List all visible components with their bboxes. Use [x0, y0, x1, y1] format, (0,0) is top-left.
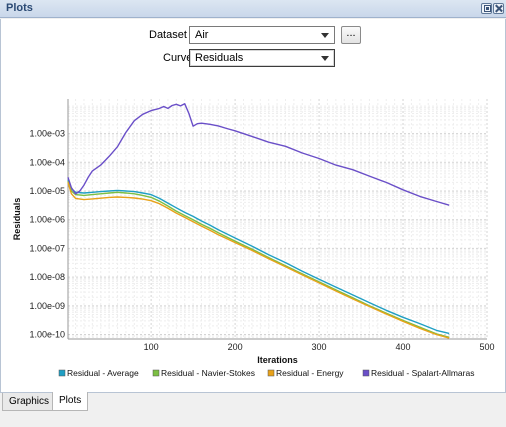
- tab-graphics[interactable]: Graphics: [2, 393, 57, 411]
- window-title: Plots: [6, 2, 33, 14]
- curve-value: Residuals: [195, 52, 244, 64]
- x-tick-label: 500: [479, 342, 494, 352]
- bottom-tab-bar: Graphics Plots: [0, 392, 506, 414]
- x-tick-label: 100: [144, 342, 159, 352]
- legend-item-label: Residual - Spalart-Allmaras: [371, 368, 474, 378]
- curve-dropdown[interactable]: Residuals: [189, 49, 335, 67]
- legend-item-label: Residual - Energy: [276, 368, 344, 378]
- close-icon[interactable]: [493, 3, 504, 14]
- legend-swatch: [267, 369, 275, 377]
- tab-plots[interactable]: Plots: [52, 392, 89, 411]
- y-tick-label: 1.00e-09: [29, 301, 65, 311]
- y-tick-label: 1.00e-03: [29, 129, 65, 139]
- y-tick-label: 1.00e-05: [29, 186, 65, 196]
- legend-item-label: Residual - Navier-Stokes: [161, 368, 255, 378]
- residuals-chart[interactable]: 100 200 300 400 500 1.00e-10 1.00e-09 1.00e-08 1…: [1, 77, 505, 427]
- chevron-down-icon: [321, 33, 329, 38]
- legend-swatch: [362, 369, 370, 377]
- y-tick-label: 1.00e-04: [29, 157, 65, 167]
- dataset-more-button[interactable]: ...: [341, 26, 361, 44]
- title-bar: Plots: [0, 0, 506, 18]
- x-tick-label: 400: [396, 342, 411, 352]
- chevron-down-icon: [321, 56, 329, 61]
- plots-panel: Dataset Air ... Curve Residuals 100 200 30…: [0, 19, 506, 393]
- curve-label: Curve: [163, 52, 193, 64]
- dataset-dropdown[interactable]: Air: [189, 26, 335, 44]
- legend-swatch: [152, 369, 160, 377]
- y-tick-label: 1.00e-07: [29, 243, 65, 253]
- legend-item-label: Residual - Average: [67, 368, 139, 378]
- x-axis-label: Iterations: [257, 355, 298, 365]
- y-tick-label: 1.00e-10: [29, 330, 65, 340]
- restore-icon[interactable]: [481, 3, 492, 14]
- x-tick-label: 200: [228, 342, 243, 352]
- y-tick-label: 1.00e-06: [29, 215, 65, 225]
- y-axis-label: Residuals: [12, 198, 22, 241]
- dataset-value: Air: [195, 29, 209, 41]
- y-tick-label: 1.00e-08: [29, 272, 65, 282]
- x-tick-label: 300: [312, 342, 327, 352]
- legend-swatch: [58, 369, 66, 377]
- dataset-label: Dataset: [149, 29, 187, 41]
